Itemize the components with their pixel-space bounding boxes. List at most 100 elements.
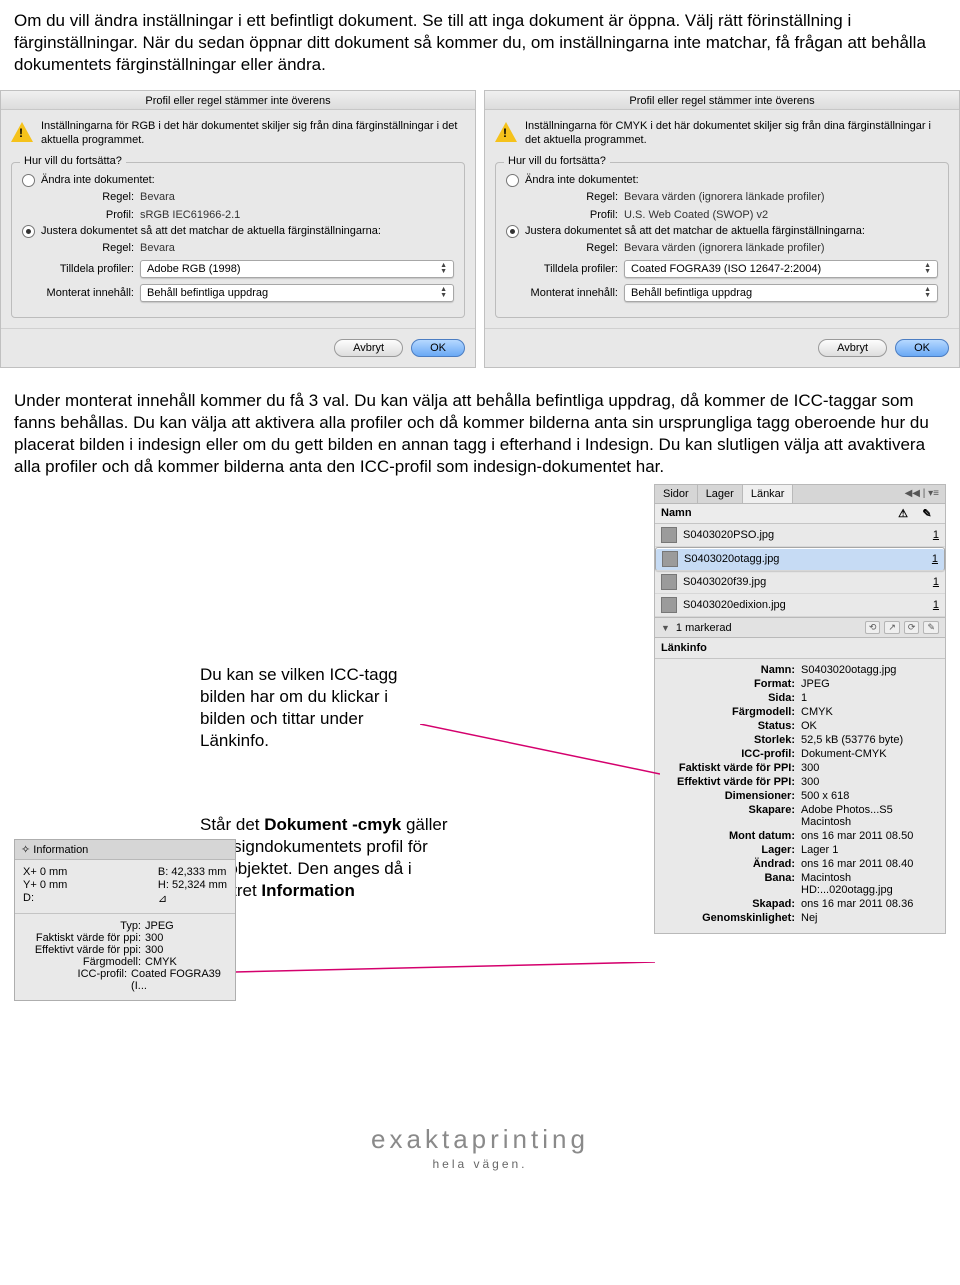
chevron-updown-icon: ▲▼ — [440, 263, 447, 275]
dialog-cmyk: Profil eller regel stämmer inte överens … — [484, 90, 960, 368]
callout-linkinfo: Du kan se vilken ICC-tagg bilden har om … — [200, 664, 430, 752]
angle-icon: ⊿ — [158, 892, 227, 905]
info-genom: Nej — [801, 912, 937, 924]
tab-lankar[interactable]: Länkar — [743, 485, 794, 503]
label-profil: Profil: — [22, 209, 140, 221]
warning-icon — [11, 122, 33, 142]
goto-icon[interactable]: ↗ — [884, 621, 900, 634]
triangle-icon[interactable]: ▼ — [661, 623, 670, 633]
intro-paragraph: Om du vill ändra inställningar i ett bef… — [14, 10, 946, 76]
file-name: S0403020PSO.jpg — [683, 529, 915, 541]
info-status: OK — [801, 720, 937, 732]
pointer-line — [235, 962, 655, 1062]
label-tilldela: Tilldela profiler: — [506, 263, 624, 275]
label-monterat: Monterat innehåll: — [506, 287, 624, 299]
select-monterat[interactable]: Behåll befintliga uppdrag▲▼ — [140, 284, 454, 302]
val-b: B: 42,333 mm — [158, 866, 227, 878]
val-h: H: 52,324 mm — [158, 879, 227, 891]
update-icon[interactable]: ⟳ — [904, 621, 920, 634]
col-warn: ⚠ — [891, 507, 915, 520]
warning-text: Inställningarna för RGB i det här dokume… — [41, 120, 465, 148]
info-skapad: ons 16 mar 2011 08.36 — [801, 898, 937, 910]
list-item[interactable]: S0403020edixion.jpg1 — [655, 594, 945, 617]
value-regel2: Bevara — [140, 242, 175, 254]
value-profil1: sRGB IEC61966-2.1 — [140, 209, 240, 221]
panel-menu-icon[interactable]: ◀◀ | ▾≡ — [899, 485, 945, 503]
paragraph-monterat: Under monterat innehåll kommer du få 3 v… — [0, 376, 960, 484]
radio-keep-doc[interactable]: Ändra inte dokumentet: — [506, 173, 938, 188]
ip-farg: CMYK — [145, 956, 177, 968]
info-dim: 500 x 618 — [801, 790, 937, 802]
edit-icon[interactable]: ✎ — [923, 621, 939, 634]
warning-text: Inställningarna för CMYK i det här dokum… — [525, 120, 949, 148]
radio-adjust-doc[interactable]: Justera dokumentet så att det matchar de… — [506, 224, 938, 239]
list-item[interactable]: S0403020otagg.jpg1 — [655, 547, 945, 571]
list-item[interactable]: S0403020f39.jpg1 — [655, 571, 945, 594]
radio-keep-doc[interactable]: Ändra inte dokumentet: — [22, 173, 454, 188]
callout-information: Står det Dokument -cmyk gäller Indesignd… — [200, 814, 450, 902]
select-value: Adobe RGB (1998) — [147, 263, 241, 275]
tab-lager[interactable]: Lager — [698, 485, 743, 503]
tab-sidor[interactable]: Sidor — [655, 485, 698, 503]
col-name: Namn — [661, 507, 891, 520]
label-regel: Regel: — [22, 191, 140, 203]
info-icc: Dokument-CMYK — [801, 748, 937, 760]
label-monterat: Monterat innehåll: — [22, 287, 140, 299]
ok-button[interactable]: OK — [411, 339, 465, 357]
information-panel: ✧ Information X+ 0 mm Y+ 0 mm D: B: 42,3… — [14, 839, 236, 1001]
select-tilldela[interactable]: Coated FOGRA39 (ISO 12647-2:2004) ▲▼ — [624, 260, 938, 278]
select-value: Behåll befintliga uppdrag — [147, 287, 268, 299]
select-tilldela[interactable]: Adobe RGB (1998) ▲▼ — [140, 260, 454, 278]
ip-icc: Coated FOGRA39 (I... — [131, 968, 227, 992]
list-item[interactable]: S0403020PSO.jpg1 — [655, 524, 945, 547]
select-value: Coated FOGRA39 (ISO 12647-2:2004) — [631, 263, 821, 275]
chevron-updown-icon: ▲▼ — [924, 263, 931, 275]
info-ppi-effektiv: 300 — [801, 776, 937, 788]
select-value: Behåll befintliga uppdrag — [631, 287, 752, 299]
info-skapare: Adobe Photos...S5 Macintosh — [801, 804, 937, 828]
label-tilldela: Tilldela profiler: — [22, 263, 140, 275]
info-fargmodell: CMYK — [801, 706, 937, 718]
file-count: 1 — [915, 529, 939, 541]
dialog-title: Profil eller regel stämmer inte överens — [485, 91, 959, 110]
ip-typ: JPEG — [145, 920, 174, 932]
radio-adjust-doc[interactable]: Justera dokumentet så att det matchar de… — [22, 224, 454, 239]
info-bana: Macintosh HD:...020otagg.jpg — [801, 872, 937, 896]
info-mont: ons 16 mar 2011 08.50 — [801, 830, 937, 842]
radio-icon — [506, 174, 519, 187]
linkinfo-body: Namn:S0403020otagg.jpg Format:JPEG Sida:… — [655, 659, 945, 933]
file-name: S0403020otagg.jpg — [684, 553, 914, 565]
label-regel: Regel: — [22, 242, 140, 254]
ok-button[interactable]: OK — [895, 339, 949, 357]
linkinfo-heading: Länkinfo — [655, 638, 945, 659]
brand-logo: exaktaprinting — [0, 1124, 960, 1155]
panel-title: ✧ Information — [15, 840, 235, 860]
info-lager: Lager 1 — [801, 844, 937, 856]
links-panel: Sidor Lager Länkar ◀◀ | ▾≡ Namn ⚠ ✎ S040… — [654, 484, 946, 934]
thumb-icon — [661, 527, 677, 543]
info-sida: 1 — [801, 692, 937, 704]
label-profil: Profil: — [506, 209, 624, 221]
dialog-title: Profil eller regel stämmer inte överens — [1, 91, 475, 110]
info-format: JPEG — [801, 678, 937, 690]
relink-icon[interactable]: ⟲ — [865, 621, 881, 634]
val-y: Y+ 0 mm — [23, 879, 67, 891]
file-count: 1 — [915, 576, 939, 588]
warning-icon — [495, 122, 517, 142]
info-ppi-faktisk: 300 — [801, 762, 937, 774]
chevron-updown-icon: ▲▼ — [924, 287, 931, 299]
selected-count: 1 markerad — [676, 622, 732, 634]
val-x: X+ 0 mm — [23, 866, 67, 878]
dialog-pair: Profil eller regel stämmer inte överens … — [0, 90, 960, 376]
cancel-button[interactable]: Avbryt — [818, 339, 887, 357]
radio-label: Justera dokumentet så att det matchar de… — [525, 225, 865, 237]
cancel-button[interactable]: Avbryt — [334, 339, 403, 357]
select-monterat[interactable]: Behåll befintliga uppdrag ▲▼ — [624, 284, 938, 302]
label-regel: Regel: — [506, 242, 624, 254]
radio-icon — [22, 174, 35, 187]
file-name: S0403020edixion.jpg — [683, 599, 915, 611]
file-count: 1 — [915, 599, 939, 611]
radio-icon — [22, 225, 35, 238]
file-count: 1 — [914, 553, 938, 565]
thumb-icon — [662, 551, 678, 567]
